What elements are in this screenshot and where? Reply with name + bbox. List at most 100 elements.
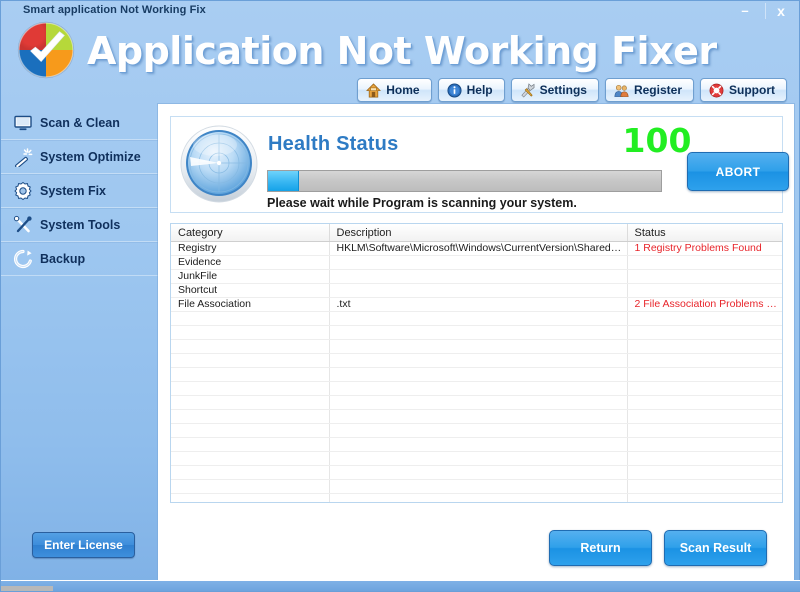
sidebar-item-scan-clean[interactable]: Scan & Clean — [1, 106, 158, 140]
cell-description — [329, 423, 628, 438]
scan-results-table-container[interactable]: Category Description Status Registry HKLM… — [170, 223, 783, 503]
monitor-icon — [14, 115, 32, 130]
cell-description — [329, 493, 628, 502]
table-row[interactable] — [171, 465, 782, 480]
table-row[interactable]: File Association .txt 2 File Association P… — [171, 297, 782, 312]
window-bottom-strip — [1, 580, 800, 591]
register-button-label: Register — [633, 83, 682, 97]
pie-check-logo-icon — [17, 21, 75, 79]
cell-category — [171, 339, 330, 354]
cell-category: JunkFile — [171, 269, 330, 284]
table-row[interactable] — [171, 451, 782, 466]
cell-category — [171, 409, 330, 424]
cell-description — [329, 269, 628, 284]
column-header-status[interactable]: Status — [627, 224, 782, 242]
wrench-screwdriver-icon — [13, 215, 32, 233]
cell-description — [329, 465, 628, 480]
cell-status — [627, 381, 782, 396]
table-header-row: Category Description Status — [171, 224, 782, 242]
table-row[interactable]: Registry HKLM\Software\Microsoft\Windows\… — [171, 241, 782, 256]
cell-description — [329, 339, 628, 354]
cell-category — [171, 437, 330, 452]
home-button[interactable]: Home — [357, 78, 432, 102]
settings-button[interactable]: Settings — [510, 78, 599, 102]
radar-gauge-icon — [180, 125, 258, 203]
help-button-label: Help — [466, 83, 493, 97]
cell-category — [171, 381, 330, 396]
gear-icon — [14, 181, 32, 201]
cell-status — [627, 255, 782, 270]
cell-status: 2 File Association Problems Found — [627, 297, 782, 312]
cell-category — [171, 423, 330, 438]
cell-category: File Association — [171, 297, 330, 312]
scan-progress-bar — [267, 170, 662, 192]
abort-button[interactable]: ABORT — [687, 152, 789, 191]
sidebar: Scan & Clean System Optimize System Fix … — [1, 106, 158, 276]
table-body: Registry HKLM\Software\Microsoft\Windows\… — [171, 241, 782, 502]
cell-status — [627, 269, 782, 284]
cell-description — [329, 451, 628, 466]
table-row[interactable] — [171, 339, 782, 354]
support-button-label: Support — [729, 83, 775, 97]
column-header-description[interactable]: Description — [329, 224, 628, 242]
cell-status — [627, 325, 782, 340]
cell-status — [627, 451, 782, 466]
scan-result-button[interactable]: Scan Result — [664, 530, 767, 566]
tools-settings-icon — [521, 82, 535, 98]
enter-license-button[interactable]: Enter License — [32, 532, 135, 558]
cell-description — [329, 325, 628, 340]
app-title: Application Not Working Fixer — [87, 29, 717, 73]
table-row[interactable] — [171, 353, 782, 368]
help-button[interactable]: Help — [437, 78, 505, 102]
scan-status-text: Please wait while Program is scanning yo… — [267, 196, 577, 210]
table-row[interactable] — [171, 479, 782, 494]
table-row[interactable] — [171, 493, 782, 502]
cell-status — [627, 465, 782, 480]
register-button[interactable]: Register — [604, 78, 694, 102]
minimize-button[interactable]: – — [729, 1, 761, 21]
cell-description — [329, 311, 628, 326]
sidebar-item-system-fix[interactable]: System Fix — [1, 174, 158, 208]
table-row[interactable] — [171, 437, 782, 452]
cell-category — [171, 451, 330, 466]
table-row[interactable] — [171, 325, 782, 340]
sidebar-item-backup[interactable]: Backup — [1, 242, 158, 276]
cell-status: 1 Registry Problems Found — [627, 241, 782, 256]
sidebar-item-label: System Tools — [40, 218, 121, 232]
cell-description — [329, 479, 628, 494]
sidebar-item-system-tools[interactable]: System Tools — [1, 208, 158, 242]
table-row[interactable] — [171, 409, 782, 424]
cell-category — [171, 395, 330, 410]
return-button[interactable]: Return — [549, 530, 652, 566]
cell-status — [627, 493, 782, 502]
health-status-title: Health Status — [268, 133, 399, 155]
table-row[interactable] — [171, 395, 782, 410]
cell-description — [329, 381, 628, 396]
sidebar-item-label: Backup — [40, 252, 86, 266]
settings-button-label: Settings — [539, 83, 587, 97]
cell-status — [627, 423, 782, 438]
sidebar-item-label: System Fix — [40, 184, 107, 198]
cell-description — [329, 353, 628, 368]
cell-status — [627, 479, 782, 494]
cell-description — [329, 283, 628, 298]
cell-category — [171, 325, 330, 340]
sidebar-item-label: System Optimize — [40, 150, 141, 164]
home-button-label: Home — [386, 83, 420, 97]
table-row[interactable]: Shortcut — [171, 283, 782, 298]
cell-status — [627, 283, 782, 298]
toolbar: Home Help Settings Register Support — [357, 78, 787, 102]
table-row[interactable] — [171, 423, 782, 438]
table-row[interactable]: JunkFile — [171, 269, 782, 284]
close-button[interactable]: x — [765, 1, 797, 21]
cell-category — [171, 465, 330, 480]
column-header-category[interactable]: Category — [171, 224, 330, 242]
cell-description: HKLM\Software\Microsoft\Windows\CurrentV… — [329, 241, 628, 256]
table-row[interactable]: Evidence — [171, 255, 782, 270]
support-button[interactable]: Support — [700, 78, 787, 102]
table-row[interactable] — [171, 381, 782, 396]
table-row[interactable] — [171, 311, 782, 326]
sidebar-item-system-optimize[interactable]: System Optimize — [1, 140, 158, 174]
table-row[interactable] — [171, 367, 782, 382]
cell-status — [627, 409, 782, 424]
